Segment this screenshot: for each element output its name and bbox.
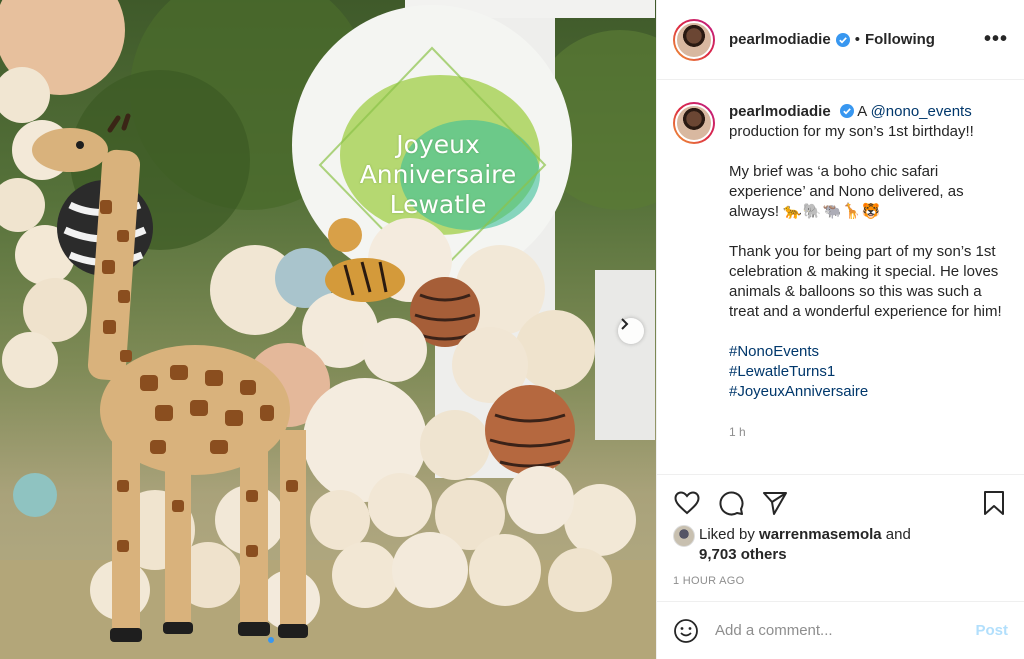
sign-line-3: Lewatle — [389, 190, 487, 219]
post-details-panel: pearlmodiadie • Following ••• pearlmodia… — [656, 0, 1024, 659]
likes-summary: Liked by warrenmasemola and 9,703 others — [673, 525, 1008, 565]
author-username[interactable]: pearlmodiadie — [729, 31, 831, 48]
caption-line-1: pearlmodiadie A @nono_events production … — [729, 102, 1008, 142]
likes-count-button[interactable]: 9,703 others — [699, 546, 787, 563]
liker-avatar[interactable] — [673, 525, 695, 547]
author-avatar[interactable] — [673, 18, 715, 61]
likes-connector: and — [885, 526, 911, 543]
carousel-dot-active — [268, 637, 274, 643]
caption-avatar[interactable] — [673, 102, 715, 144]
following-button[interactable]: Following — [865, 31, 935, 48]
chevron-right-icon — [621, 318, 629, 330]
heart-icon[interactable] — [673, 489, 701, 517]
post-comment-button[interactable]: Post — [975, 622, 1008, 639]
caption-username[interactable]: pearlmodiadie — [729, 103, 831, 120]
hashtag-list: #NonoEvents #LewatleTurns1 #JoyeuxAnnive… — [729, 342, 1008, 402]
caption-body: pearlmodiadie A @nono_events production … — [729, 102, 1008, 442]
bookmark-icon[interactable] — [980, 489, 1008, 517]
comment-icon[interactable] — [717, 489, 745, 517]
caption-timestamp: 1 h — [729, 425, 746, 439]
caption-prefix: A — [857, 103, 867, 120]
hashtag-link[interactable]: #NonoEvents — [729, 342, 1008, 362]
likes-prefix: Liked by — [699, 526, 755, 543]
caption-line1-rest: production for my son’s 1st birthday!! — [729, 123, 974, 140]
sign-line-1: Joyeux — [396, 130, 480, 159]
birthday-sign-text: Joyeux Anniversaire Lewatle — [318, 130, 558, 220]
caption-paragraph-2: My brief was ‘a boho chic safari experie… — [729, 162, 1008, 222]
post-header: pearlmodiadie • Following ••• — [657, 0, 1024, 80]
caption-section: pearlmodiadie A @nono_events production … — [657, 80, 1024, 475]
action-bar — [657, 476, 1024, 530]
animal-emoji: 🐆🐘🐃🦒🐯 — [783, 203, 882, 220]
avatar-image — [675, 20, 713, 59]
carousel-dots — [268, 637, 274, 643]
likes-text: Liked by warrenmasemola and 9,703 others — [699, 525, 911, 565]
hashtag-link[interactable]: #JoyeuxAnniversaire — [729, 382, 1008, 402]
liker-username[interactable]: warrenmasemola — [759, 526, 882, 543]
sign-line-2: Anniversaire — [359, 160, 517, 189]
mention-link[interactable]: @nono_events — [871, 103, 972, 120]
caption: pearlmodiadie A @nono_events production … — [673, 102, 1008, 442]
emoji-icon[interactable] — [673, 618, 699, 644]
posted-time[interactable]: 1 HOUR AGO — [673, 575, 744, 587]
avatar-image — [675, 104, 713, 142]
party-scene-illustration — [0, 0, 656, 659]
add-comment-bar: Post — [657, 601, 1024, 659]
caption-paragraph-3: Thank you for being part of my son’s 1st… — [729, 243, 1002, 320]
post-photo[interactable]: Joyeux Anniversaire Lewatle — [0, 0, 656, 659]
share-icon[interactable] — [761, 489, 789, 517]
verified-badge-icon — [839, 104, 854, 118]
header-separator: • — [854, 31, 860, 48]
more-options-icon[interactable]: ••• — [984, 28, 1008, 51]
verified-badge-icon — [835, 32, 850, 47]
comment-input[interactable] — [715, 622, 976, 639]
hashtag-link[interactable]: #LewatleTurns1 — [729, 362, 1008, 382]
carousel-next-button[interactable] — [618, 318, 644, 344]
